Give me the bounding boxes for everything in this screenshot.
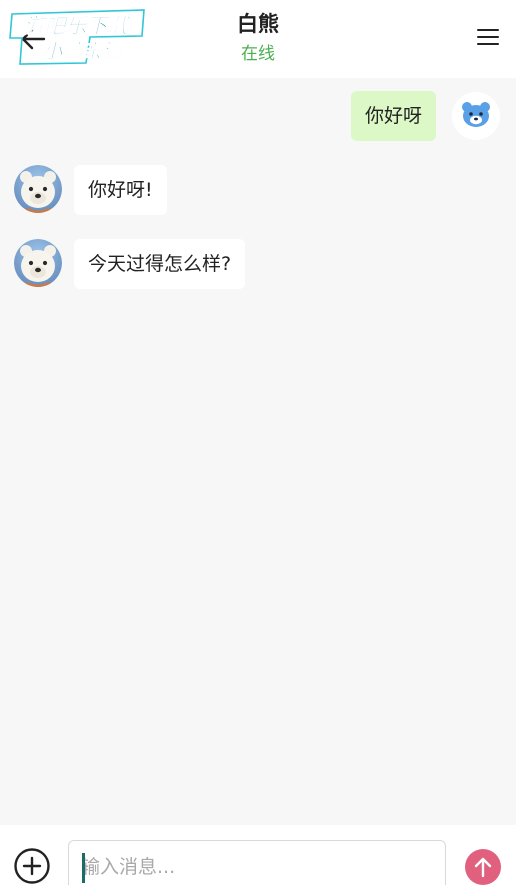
bot-message-bubble: 今天过得怎么样? [74, 239, 246, 289]
polar-bear-icon [14, 165, 62, 213]
message-composer [0, 825, 516, 885]
bot-avatar [14, 165, 62, 213]
online-status: 在线 [241, 44, 275, 64]
bot-message-bubble: 你好呀! [74, 165, 167, 215]
polar-bear-icon [14, 239, 62, 287]
text-caret [82, 853, 85, 883]
hamburger-menu-icon [477, 29, 499, 32]
add-attachment-button[interactable] [13, 847, 51, 885]
send-button[interactable] [465, 849, 501, 885]
contact-name: 白熊 [237, 12, 279, 36]
blue-bear-icon [462, 102, 490, 127]
plus-circle-icon [14, 848, 50, 884]
user-message-bubble: 你好呀 [351, 91, 437, 141]
chat-messages[interactable]: 你好呀 你好呀! 今天过得怎么样? [0, 78, 516, 825]
bot-avatar [14, 239, 62, 287]
user-avatar [452, 92, 500, 140]
menu-button[interactable] [474, 25, 502, 49]
chat-header: 游吧乐下载 小编亲测 白熊 在线 [0, 0, 516, 78]
message-input[interactable] [68, 840, 446, 885]
arrow-up-icon [474, 857, 492, 878]
